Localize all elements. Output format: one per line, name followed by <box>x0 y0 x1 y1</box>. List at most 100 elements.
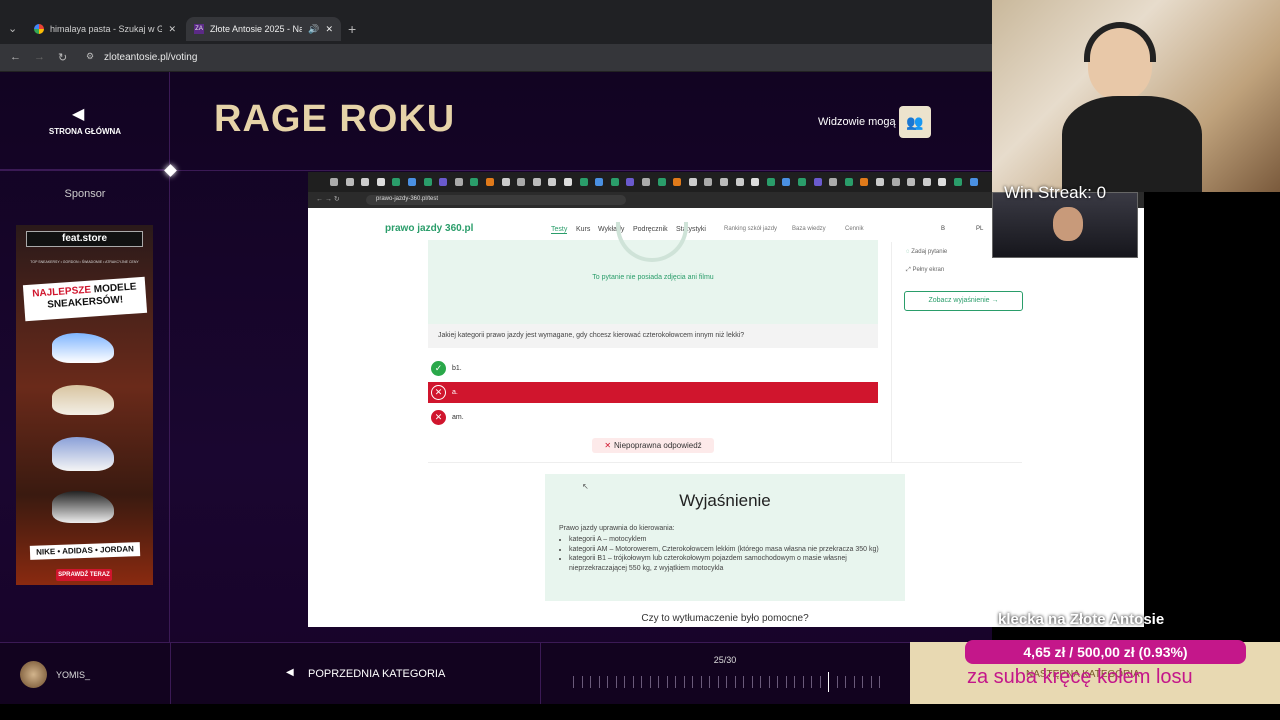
new-tab-plus-icon[interactable]: + <box>348 21 356 37</box>
show-explanation-button[interactable]: Zobacz wyjaśnienie → <box>904 291 1023 311</box>
viewers-group-icon[interactable]: 👥 <box>899 106 931 138</box>
mouse-cursor-icon: ↖ <box>582 482 589 491</box>
embedded-tab-icon <box>860 178 869 186</box>
embedded-tab-icon <box>345 178 354 186</box>
embedded-tab-icon <box>735 178 744 186</box>
address-bar-row: ← → ↻ ⚙ zloteantosie.pl/voting <box>0 44 992 72</box>
sneaker-image-2 <box>52 385 114 415</box>
progress-tick <box>624 676 625 688</box>
ad-brands-line: NIKE • ADIDAS • JORDAN <box>29 542 141 560</box>
embedded-tab-icon <box>548 178 557 186</box>
sneaker-image-3 <box>52 437 114 471</box>
headset-icon <box>1084 22 1156 62</box>
header-divider <box>0 170 992 171</box>
webcam-body <box>1062 96 1202 192</box>
nav-testy: Testy <box>551 226 568 234</box>
fullscreen-link[interactable]: ⤢ Pełny ekran <box>906 267 944 274</box>
embedded-tab-icon <box>844 178 853 186</box>
google-favicon-icon <box>34 24 44 34</box>
nav-cennik: Cennik <box>845 226 864 232</box>
embedded-tab-icon <box>470 178 479 186</box>
embedded-back-icon: ← → ↻ <box>316 196 340 203</box>
category-header: RAGE ROKU Widzowie mogą 👥 <box>170 72 992 171</box>
answer-option[interactable]: ✕ am. <box>428 407 878 428</box>
progress-current-marker <box>828 672 829 692</box>
embedded-tab-icon <box>376 178 385 186</box>
close-tab-icon[interactable]: ✕ <box>168 24 176 35</box>
progress-ticks <box>573 672 880 692</box>
category-title: RAGE ROKU <box>214 98 456 140</box>
sponsor-label: Sponsor <box>64 188 106 200</box>
explanation-item: kategorii A – motocyklem <box>569 535 889 545</box>
result-badge: ✕ Niepoprawna odpowiedź <box>592 438 714 453</box>
progress-tick <box>649 676 651 688</box>
no-media-text: To pytanie nie posiada zdjęcia ani filmu <box>592 274 714 281</box>
close-tab-icon[interactable]: ✕ <box>325 24 333 35</box>
embedded-tab-icon <box>486 178 494 186</box>
answer-text: b1. <box>452 365 462 372</box>
tab-label: Złote Antosie 2025 - Najwię <box>210 24 303 34</box>
nav-kurs: Kurs <box>576 226 591 233</box>
tab-zloteantosie[interactable]: ZA Złote Antosie 2025 - Najwię 🔊 ✕ <box>186 17 341 41</box>
progress-tick <box>870 676 872 688</box>
progress-tick <box>785 676 787 688</box>
progress-tick <box>845 676 846 688</box>
embedded-tab-icon <box>610 178 619 186</box>
site-info-icon[interactable]: ⚙ <box>86 51 94 62</box>
embedded-tab-icon <box>876 178 884 186</box>
ad-cta-button[interactable]: SPRAWDŹ TERAZ <box>56 569 112 581</box>
divider <box>428 462 1022 463</box>
explanation-panel: Wyjaśnienie Prawo jazdy uprawnia do kier… <box>545 474 905 601</box>
embedded-tab-icon <box>501 178 510 186</box>
ad-tagline: TOP SNEAKERSY • GORDON • ŚWIADOMIE • ATR… <box>30 260 139 264</box>
answer-option[interactable]: ✓ b1. <box>428 358 878 379</box>
embedded-tab-icon <box>392 178 401 186</box>
progress-tick <box>598 676 600 688</box>
progress-tick <box>802 676 804 688</box>
embedded-tab-icon <box>969 178 978 186</box>
progress-tick <box>862 676 863 688</box>
ask-question-link[interactable]: ◌ Zadaj pytanie <box>906 249 947 255</box>
fullscreen-icon: ⤢ <box>906 267 911 273</box>
sponsor-ad-banner[interactable]: feat.store TOP SNEAKERSY • GORDON • ŚWIA… <box>16 225 153 585</box>
embedded-tab-icon <box>766 178 775 186</box>
nav-ranking: Ranking szkół jazdy <box>724 226 778 232</box>
embedded-tab-icon <box>798 178 806 186</box>
embedded-tab-icon <box>954 178 962 186</box>
ad-brand: feat.store <box>26 231 143 247</box>
tab-list-chevron-icon[interactable]: ⌄ <box>8 22 17 35</box>
helpful-question: Czy to wytłumaczenie było pomocne? <box>641 613 809 624</box>
url-text[interactable]: zloteantosie.pl/voting <box>104 52 197 63</box>
progress-tick <box>794 676 795 688</box>
chat-icon: ◌ <box>906 249 910 255</box>
embedded-tab-icon <box>579 178 588 186</box>
progress-tick <box>700 676 702 688</box>
embedded-tab-icon <box>423 178 432 186</box>
embedded-tab-icon <box>439 178 448 186</box>
lang-selector: B <box>941 226 946 232</box>
progress-tick <box>777 676 778 688</box>
cross-icon: ✕ <box>431 410 446 425</box>
lang-pl: PL <box>976 226 984 232</box>
progress-tick <box>836 676 838 688</box>
explanation-intro: Prawo jazdy uprawnia do kierowania: <box>559 525 675 532</box>
audio-icon[interactable]: 🔊 <box>308 24 319 35</box>
answer-option-selected[interactable]: ✕ a. <box>428 382 878 403</box>
question-box: Jakiej kategorii prawo jazdy jest wymaga… <box>428 324 878 348</box>
progress-tick <box>760 676 761 688</box>
embedded-tab-icon <box>595 178 604 186</box>
explanation-list: kategorii A – motocyklem kategorii AM – … <box>559 535 889 573</box>
result-badge-text: Niepoprawna odpowiedź <box>614 441 702 450</box>
donation-progress-text: 4,65 zł / 500,00 zł (0.93%) <box>1023 644 1188 660</box>
forward-arrow-icon[interactable]: → <box>34 51 45 63</box>
divider <box>540 643 541 705</box>
prev-category-button[interactable]: ◀ POPRZEDNIA KATEGORIA <box>171 643 540 705</box>
embedded-tab-icon <box>532 178 541 186</box>
home-link[interactable]: ◀ STRONA GŁÓWNA <box>0 72 170 170</box>
back-arrow-icon[interactable]: ← <box>10 51 21 63</box>
tab-google[interactable]: himalaya pasta - Szukaj w Goog ✕ <box>26 17 184 41</box>
embedded-tab-icon <box>688 178 697 186</box>
embedded-tab-icon <box>720 178 728 186</box>
reload-icon[interactable]: ↻ <box>58 51 67 64</box>
progress-tick <box>734 676 736 688</box>
